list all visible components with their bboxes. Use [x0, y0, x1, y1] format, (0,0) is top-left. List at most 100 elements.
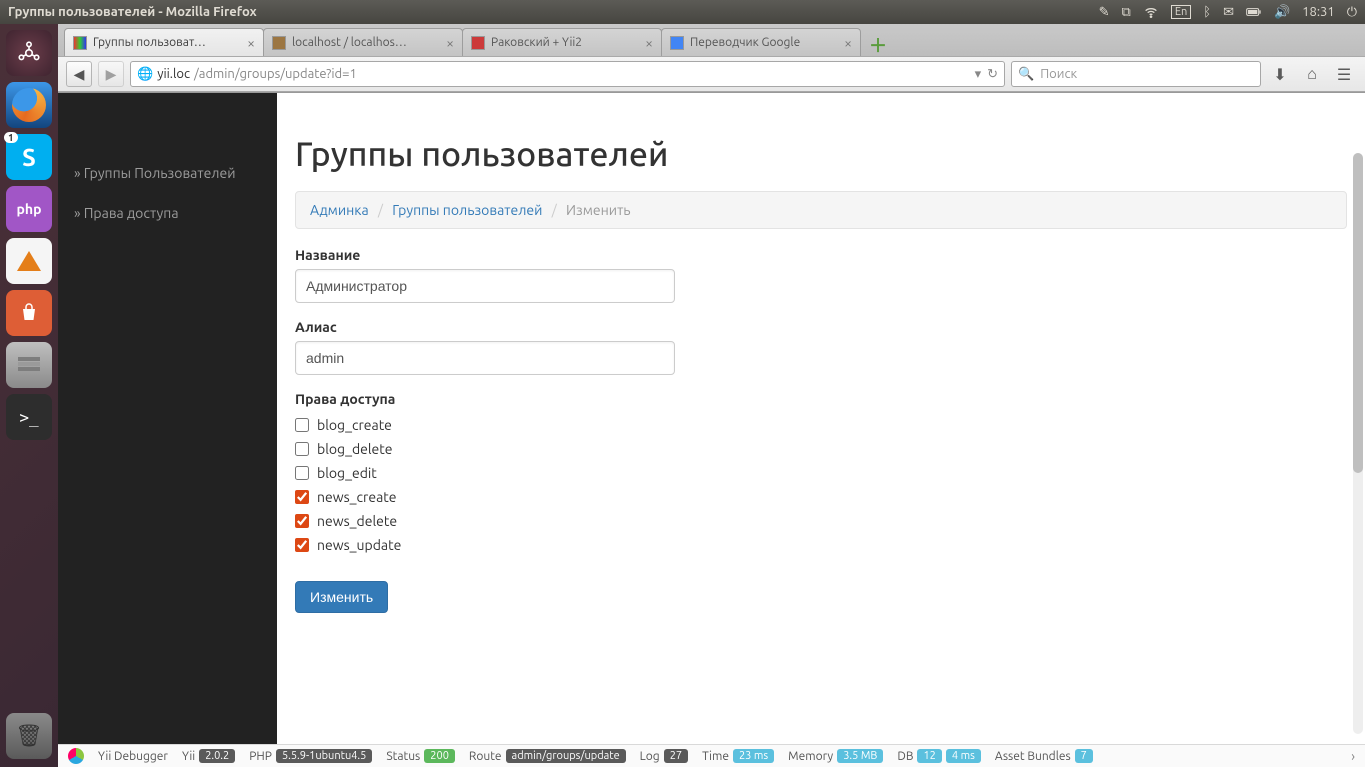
- yii-debugger-label: Yii Debugger: [98, 750, 168, 763]
- home-button[interactable]: ⌂: [1299, 61, 1325, 87]
- php-version: 5.5.9-1ubuntu4.5: [276, 749, 372, 763]
- breadcrumb-link[interactable]: Админка: [310, 202, 369, 218]
- tab-label: localhost / localhos…: [292, 36, 407, 49]
- close-icon[interactable]: ×: [645, 35, 653, 51]
- breadcrumb-link[interactable]: Группы пользователей: [392, 202, 542, 218]
- browser-toolbar: ◀ ▶ 🌐 yii.loc/admin/groups/update?id=1 ▾…: [58, 56, 1365, 92]
- tab-label: Переводчик Google: [690, 36, 800, 49]
- breadcrumb: Админка / Группы пользователей / Изменит…: [295, 191, 1347, 229]
- battery-icon[interactable]: [1246, 4, 1262, 20]
- tab-label: Раковский + Yii2: [491, 36, 582, 49]
- permission-row: blog_delete: [295, 437, 1347, 461]
- permission-row: blog_edit: [295, 461, 1347, 485]
- permission-checkbox[interactable]: [295, 466, 309, 480]
- browser-tab[interactable]: localhost / localhos… ×: [263, 28, 463, 56]
- close-icon[interactable]: ×: [446, 35, 454, 51]
- permission-checkbox[interactable]: [295, 490, 309, 504]
- window-title: Группы пользователей - Mozilla Firefox: [8, 5, 1099, 19]
- favicon-icon: [272, 36, 286, 50]
- forward-button[interactable]: ▶: [98, 61, 124, 87]
- content: Группы пользователей Админка / Группы по…: [277, 93, 1365, 631]
- search-bar[interactable]: 🔍 Поиск: [1011, 61, 1261, 87]
- launcher-firefox[interactable]: [6, 82, 52, 128]
- url-path: /admin/groups/update?id=1: [194, 67, 357, 81]
- permission-checkbox[interactable]: [295, 538, 309, 552]
- permission-label: blog_create: [317, 417, 392, 433]
- name-input[interactable]: [295, 269, 675, 303]
- close-icon[interactable]: ×: [247, 35, 255, 51]
- yii-version: 2.0.2: [199, 749, 235, 763]
- scrollbar[interactable]: [1353, 153, 1363, 734]
- system-tray: ✎ ⧉ En ᛒ ✉ 🔊 18:31 ⏻: [1099, 4, 1357, 20]
- launcher-terminal[interactable]: >_: [6, 394, 52, 440]
- permission-row: news_delete: [295, 509, 1347, 533]
- permission-label: blog_delete: [317, 441, 393, 457]
- launcher-software-center[interactable]: [6, 290, 52, 336]
- session-icon[interactable]: ⏻: [1347, 5, 1357, 20]
- keyboard-layout-indicator[interactable]: En: [1171, 5, 1191, 19]
- bluetooth-icon[interactable]: ᛒ: [1203, 5, 1211, 19]
- close-icon[interactable]: ×: [844, 35, 852, 51]
- search-placeholder: Поиск: [1040, 67, 1077, 81]
- reload-icon[interactable]: ↻: [987, 67, 998, 82]
- browser-tab[interactable]: Раковский + Yii2 ×: [462, 28, 662, 56]
- permission-label: news_create: [317, 489, 396, 505]
- app-sidebar: » Группы Пользователей » Права доступа: [58, 93, 277, 744]
- downloads-button[interactable]: ⬇: [1267, 61, 1293, 87]
- dropbox-icon[interactable]: ⧉: [1122, 5, 1131, 20]
- memory-value: 3.5 MB: [837, 749, 883, 763]
- chevron-right-icon[interactable]: ›: [1351, 748, 1355, 764]
- permission-checkbox[interactable]: [295, 442, 309, 456]
- field-alias: Алиас: [295, 319, 1347, 375]
- yii-debug-toolbar[interactable]: Yii Debugger Yii 2.0.2 PHP 5.5.9-1ubuntu…: [58, 744, 1365, 767]
- time-value: 23 ms: [733, 749, 774, 763]
- sidebar-item-groups[interactable]: » Группы Пользователей: [58, 153, 277, 193]
- url-bar[interactable]: 🌐 yii.loc/admin/groups/update?id=1 ▾↻: [130, 61, 1005, 87]
- search-icon: 🔍: [1018, 67, 1034, 82]
- tab-label: Группы пользоват…: [93, 36, 206, 49]
- submit-button[interactable]: Изменить: [295, 581, 388, 613]
- feather-icon[interactable]: ✎: [1099, 5, 1110, 20]
- menu-button[interactable]: ☰: [1331, 61, 1357, 87]
- browser-tab[interactable]: Группы пользоват… ×: [64, 28, 264, 56]
- browser-tab[interactable]: Переводчик Google ×: [661, 28, 861, 56]
- log-count: 27: [664, 749, 688, 763]
- permissions-label: Права доступа: [295, 391, 1347, 407]
- field-permissions: Права доступа blog_create blog_deleteblog…: [295, 391, 1347, 557]
- launcher-phpstorm[interactable]: php: [6, 186, 52, 232]
- wifi-icon[interactable]: [1143, 4, 1159, 20]
- field-name: Название: [295, 247, 1347, 303]
- permission-row: news_update: [295, 533, 1347, 557]
- favicon-icon: [670, 36, 684, 50]
- launcher-files[interactable]: [6, 342, 52, 388]
- launcher-dash[interactable]: [6, 30, 52, 76]
- volume-icon[interactable]: 🔊: [1274, 5, 1290, 20]
- permission-label: news_delete: [317, 513, 397, 529]
- mail-icon[interactable]: ✉: [1223, 5, 1234, 20]
- alias-input[interactable]: [295, 341, 675, 375]
- favicon-icon: [73, 36, 87, 50]
- sidebar-item-permissions[interactable]: » Права доступа: [58, 193, 277, 233]
- back-button[interactable]: ◀: [66, 61, 92, 87]
- launcher-skype[interactable]: 1S: [6, 134, 52, 180]
- breadcrumb-current: Изменить: [566, 202, 631, 218]
- url-host: yii.loc: [157, 67, 190, 81]
- db-count: 12: [917, 749, 941, 763]
- permission-label: news_update: [317, 537, 401, 553]
- clock[interactable]: 18:31: [1302, 5, 1335, 19]
- route-value: admin/groups/update: [506, 749, 626, 763]
- unity-launcher: 1S php >_ 🗑: [0, 24, 58, 767]
- page-viewport: ADMINCMS Admin ▼ » Группы Пользователей …: [58, 92, 1365, 744]
- tabstrip: Группы пользоват… × localhost / localhos…: [58, 24, 1365, 56]
- launcher-trash[interactable]: 🗑: [6, 713, 52, 759]
- status-code: 200: [424, 749, 455, 763]
- favicon-icon: [471, 36, 485, 50]
- permission-checkbox[interactable]: [295, 418, 309, 432]
- page-title: Группы пользователей: [295, 135, 1347, 173]
- history-dropdown-icon[interactable]: ▾: [975, 67, 982, 82]
- firefox-window: Группы пользоват… × localhost / localhos…: [58, 24, 1365, 744]
- new-tab-button[interactable]: ＋: [866, 34, 890, 56]
- scrollbar-thumb[interactable]: [1353, 153, 1363, 473]
- permission-checkbox[interactable]: [295, 514, 309, 528]
- launcher-vlc[interactable]: [6, 238, 52, 284]
